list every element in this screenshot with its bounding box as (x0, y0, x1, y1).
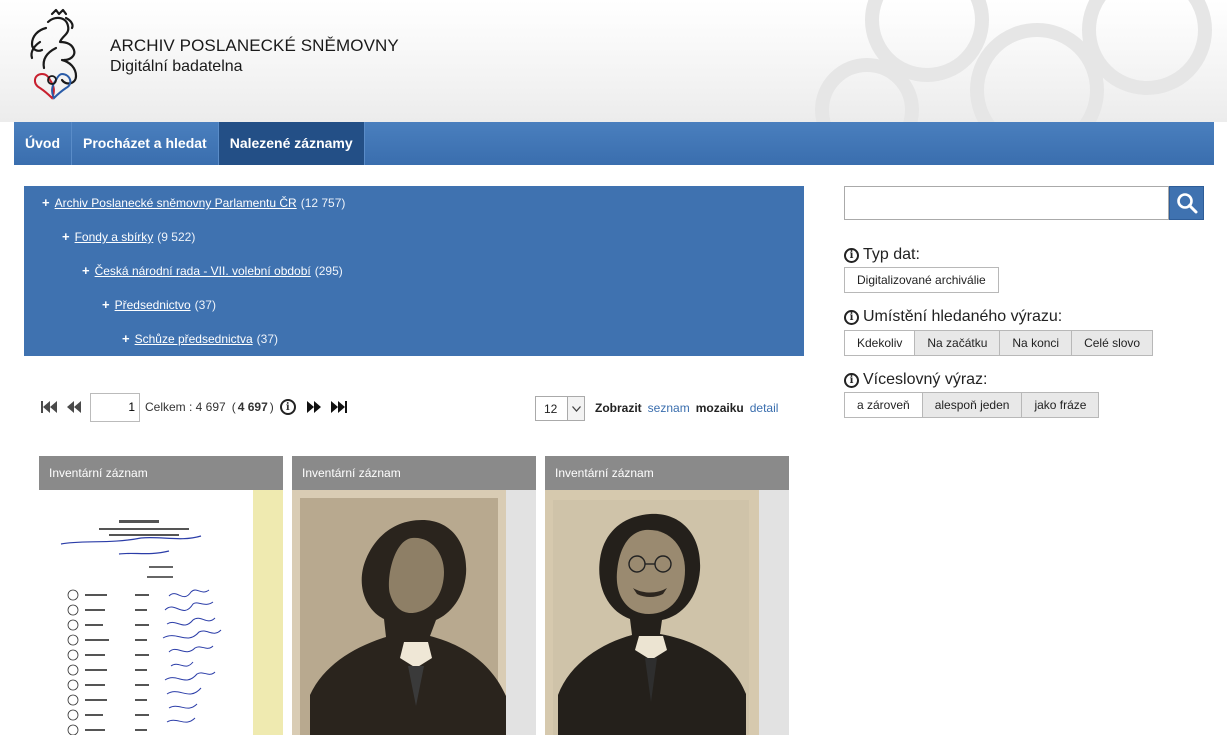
facet-title-viceslovny: i Víceslovný výraz: (844, 371, 987, 389)
view-switch: Zobrazit seznam mozaiku detail (595, 401, 778, 415)
page-number-input[interactable] (90, 392, 140, 422)
facet-label: Umístění hledaného výrazu: (863, 308, 1063, 325)
total-count-label: Celkem : 4 697 (145, 400, 226, 414)
view-detail-link[interactable]: detail (750, 401, 779, 415)
main-nav: Úvod Procházet a hledat Nalezené záznamy (14, 122, 1214, 165)
tree-count: (295) (314, 264, 343, 278)
prev-page-icon[interactable] (66, 399, 82, 415)
portrait-photo-image (545, 490, 759, 735)
nav-item-prochazet[interactable]: Procházet a hledat (72, 122, 219, 165)
site-title: ARCHIV POSLANECKÉ SNĚMOVNY (110, 36, 399, 55)
card-thumbnail[interactable] (39, 490, 283, 735)
expand-plus-icon[interactable]: + (82, 262, 90, 280)
portrait-photo-image (292, 490, 506, 735)
facet-option-na-konci[interactable]: Na konci (999, 330, 1073, 356)
card-title: Inventární záznam (545, 456, 789, 490)
site-header: ARCHIV POSLANECKÉ SNĚMOVNY Digitální bad… (0, 0, 1227, 122)
tree-count: (12 757) (300, 196, 346, 210)
card-thumbnail[interactable] (292, 490, 536, 735)
per-page-select[interactable]: 12 (535, 396, 585, 421)
lion-logo-icon[interactable] (22, 8, 88, 100)
tree-count: (37) (194, 298, 216, 312)
chevron-down-icon (567, 397, 584, 420)
last-page-icon[interactable] (330, 399, 348, 415)
search-input[interactable] (844, 186, 1169, 220)
facet-buttons-viceslovny: a zároveň alespoň jeden jako fráze (844, 392, 1100, 418)
paren-close: ) (269, 400, 274, 414)
tree-link[interactable]: Schůze předsednictva (135, 330, 253, 348)
first-page-icon[interactable] (40, 399, 58, 415)
card-title: Inventární záznam (292, 456, 536, 490)
facet-title-typ-dat: i Typ dat: (844, 246, 920, 264)
info-icon[interactable]: i (279, 399, 296, 415)
per-page-value: 12 (544, 401, 558, 416)
card-thumbnail[interactable] (545, 490, 789, 735)
document-scan-image (39, 490, 283, 735)
expand-plus-icon[interactable]: + (122, 330, 130, 348)
expand-plus-icon[interactable]: + (102, 296, 110, 314)
facet-buttons-umisteni: Kdekoliv Na začátku Na konci Celé slovo (844, 330, 1154, 356)
card-title: Inventární záznam (39, 456, 283, 490)
tree-link[interactable]: Fondy a sbírky (75, 228, 154, 246)
facet-label: Víceslovný výraz: (863, 371, 988, 388)
result-card[interactable]: Inventární záznam (545, 456, 789, 735)
view-label: Zobrazit (595, 401, 642, 415)
info-icon[interactable]: i (844, 247, 859, 263)
facet-option-digitalizovane[interactable]: Digitalizované archiválie (844, 267, 999, 293)
facet-option-jako-fraze[interactable]: jako fráze (1021, 392, 1100, 418)
next-page-icon[interactable] (306, 399, 322, 415)
facet-option-kdekoliv[interactable]: Kdekoliv (844, 330, 916, 356)
facet-label: Typ dat: (863, 246, 920, 263)
hierarchy-tree: + Archiv Poslanecké sněmovny Parlamentu … (24, 186, 804, 356)
info-icon[interactable]: i (844, 372, 859, 388)
pager: Celkem : 4 697 ( 4 697 ) i (40, 392, 348, 422)
nav-item-uvod[interactable]: Úvod (14, 122, 72, 165)
result-card[interactable]: Inventární záznam (292, 456, 536, 735)
info-icon[interactable]: i (844, 309, 859, 325)
site-subtitle: Digitální badatelna (110, 58, 243, 75)
paren-open: ( (231, 400, 236, 414)
tree-link[interactable]: Česká národní rada - VII. volební období (95, 262, 311, 280)
tree-count: (9 522) (157, 230, 196, 244)
tree-item: + Archiv Poslanecké sněmovny Parlamentu … (24, 194, 804, 228)
facet-option-alespon-jeden[interactable]: alespoň jeden (921, 392, 1023, 418)
nav-item-nalezene[interactable]: Nalezené záznamy (218, 122, 365, 165)
expand-plus-icon[interactable]: + (42, 194, 50, 212)
tree-count: (37) (256, 332, 279, 346)
tree-item: + Fondy a sbírky (9 522) (24, 228, 804, 262)
facet-title-umisteni: i Umístění hledaného výrazu: (844, 308, 1062, 326)
header-decoration (815, 0, 1212, 122)
facet-option-na-zacatku[interactable]: Na začátku (914, 330, 1001, 356)
view-list-link[interactable]: seznam (648, 401, 690, 415)
tree-item: + Předsednictvo (37) (24, 296, 804, 330)
total-count-bold: 4 697 (237, 400, 268, 414)
tree-link[interactable]: Archiv Poslanecké sněmovny Parlamentu ČR (55, 194, 297, 212)
expand-plus-icon[interactable]: + (62, 228, 70, 246)
facet-option-a-zaroven[interactable]: a zároveň (844, 392, 923, 418)
tree-item: + Česká národní rada - VII. volební obdo… (24, 262, 804, 296)
tree-item: + Schůze předsednictva (37) (24, 330, 804, 364)
result-card[interactable]: Inventární záznam (39, 456, 283, 735)
tree-link[interactable]: Předsednictvo (115, 296, 191, 314)
facet-option-cele-slovo[interactable]: Celé slovo (1071, 330, 1154, 356)
search-button[interactable] (1169, 186, 1204, 220)
view-mosaic-link[interactable]: mozaiku (696, 401, 744, 415)
search-icon (1176, 193, 1197, 214)
facet-buttons-typ-dat: Digitalizované archiválie (844, 267, 999, 293)
